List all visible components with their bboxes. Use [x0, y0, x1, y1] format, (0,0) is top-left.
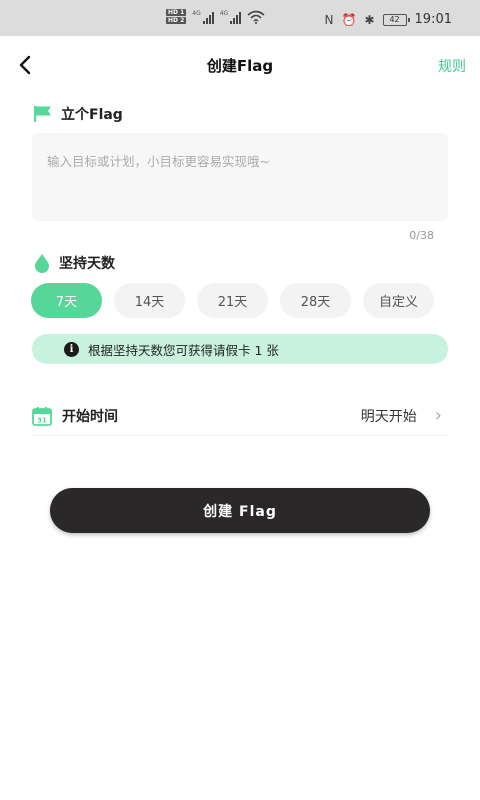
day-option-7[interactable]: 7天 [31, 283, 102, 318]
rules-link[interactable]: 规则 [438, 56, 466, 76]
flag-section-heading: 立个Flag [33, 104, 123, 124]
day-options: 7天 14天 21天 28天 自定义 [31, 283, 434, 318]
bluetooth-icon: ✱ [364, 12, 375, 27]
tip-banner: i 根据坚持天数您可获得请假卡 1 张 [32, 334, 448, 364]
nfc-icon: N [324, 12, 334, 27]
hd-bottom-label: HD 2 [166, 17, 187, 24]
calendar-icon: 31 [32, 406, 52, 426]
days-heading-text: 坚持天数 [59, 256, 115, 272]
create-flag-button[interactable]: 创建 Flag [50, 488, 430, 533]
signal-1-icon: 4G [192, 10, 214, 24]
goal-input[interactable] [47, 151, 433, 203]
day-option-28[interactable]: 28天 [280, 283, 351, 318]
signal-group: HD 1 HD 2 4G 4G [166, 9, 265, 24]
page-title: 创建Flag [206, 57, 274, 75]
battery-icon: 42 [382, 13, 410, 26]
days-section-heading: 坚持天数 [33, 253, 115, 273]
char-counter: 0/38 [409, 229, 434, 242]
goal-input-box [32, 133, 448, 221]
status-right: N ⏰ ✱ 42 19:01 [325, 12, 452, 27]
flag-icon [34, 106, 51, 122]
start-time-value: 明天开始 [360, 408, 417, 425]
wifi-icon [247, 10, 265, 24]
status-bar: HD 1 HD 2 4G 4G N ⏰ ✱ 42 19:01 [0, 0, 480, 36]
signal-2-icon: 4G [220, 10, 242, 24]
hd-indicator: HD 1 HD 2 [166, 9, 187, 24]
clock: 19:01 [414, 12, 452, 27]
day-option-21[interactable]: 21天 [197, 283, 268, 318]
day-option-14[interactable]: 14天 [114, 283, 185, 318]
info-icon: i [64, 341, 79, 357]
flag-heading-text: 立个Flag [61, 107, 123, 123]
drop-icon [35, 254, 49, 273]
alarm-icon: ⏰ [341, 12, 357, 27]
chevron-right-icon: › [434, 405, 442, 426]
tip-text: 根据坚持天数您可获得请假卡 1 张 [88, 342, 279, 358]
hd-top-label: HD 1 [166, 9, 187, 16]
start-time-label: 开始时间 [62, 408, 118, 425]
page-header: 创建Flag 规则 [0, 36, 480, 94]
calendar-day-text: 31 [37, 416, 47, 424]
start-time-row[interactable]: 31 开始时间 明天开始 › [32, 396, 448, 436]
day-option-custom[interactable]: 自定义 [363, 283, 434, 318]
